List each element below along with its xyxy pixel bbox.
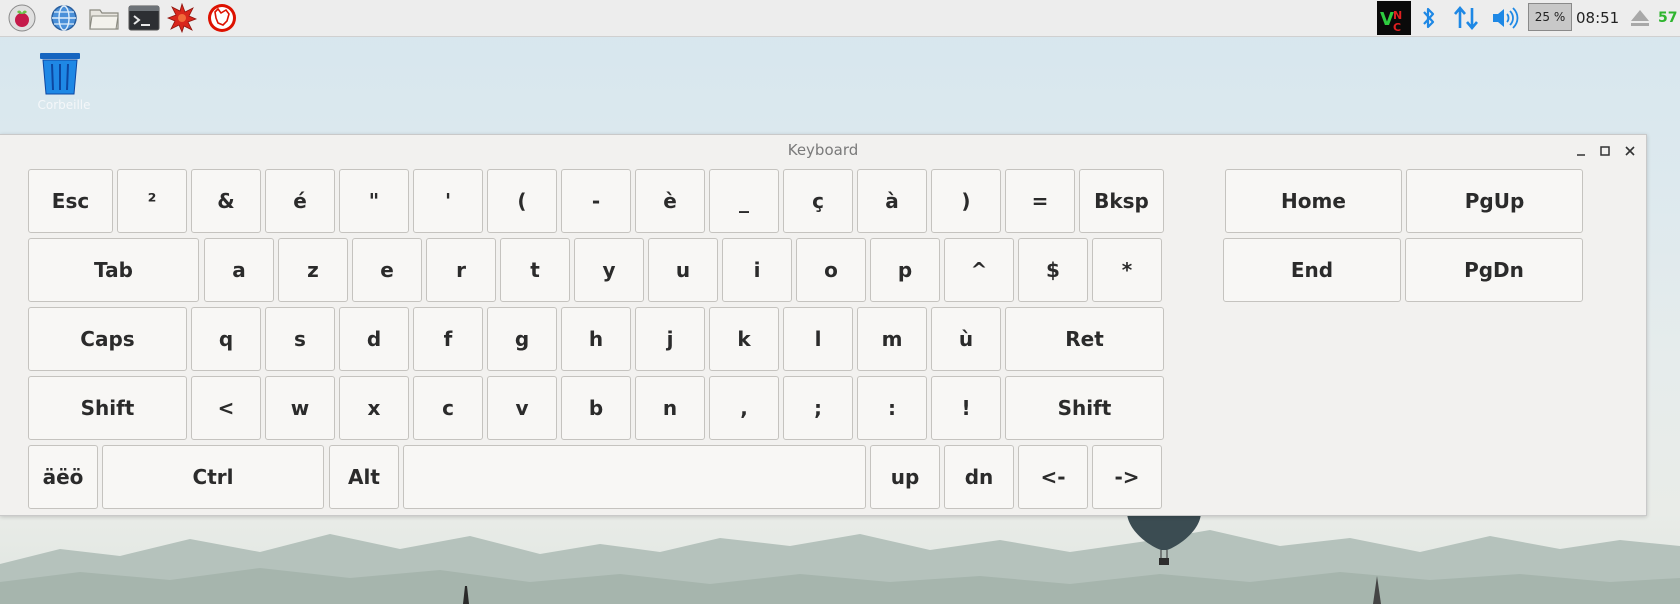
key-apostrophe[interactable]: ' — [413, 169, 483, 233]
key-exclamation[interactable]: ! — [931, 376, 1001, 440]
key-dollar[interactable]: $ — [1018, 238, 1088, 302]
key-equals[interactable]: = — [1005, 169, 1075, 233]
key-m[interactable]: m — [857, 307, 927, 371]
volume-icon[interactable] — [1490, 0, 1520, 36]
key-backspace[interactable]: Bksp — [1079, 169, 1164, 233]
top-panel: V N C 25 % 08:51 57 — [0, 0, 1680, 37]
key-w[interactable]: w — [265, 376, 335, 440]
key-minus[interactable]: - — [561, 169, 631, 233]
key-a[interactable]: a — [204, 238, 274, 302]
key-n[interactable]: n — [635, 376, 705, 440]
key-close-paren[interactable]: ) — [931, 169, 1001, 233]
close-icon[interactable] — [1620, 141, 1640, 161]
trash-icon[interactable] — [38, 50, 82, 96]
key-s[interactable]: s — [265, 307, 335, 371]
key-less-than[interactable]: < — [191, 376, 261, 440]
raspberry-menu-icon[interactable] — [6, 2, 38, 34]
key-down[interactable]: dn — [944, 445, 1014, 509]
svg-text:V: V — [1380, 9, 1394, 30]
cpu-usage-monitor[interactable]: 25 % — [1528, 3, 1572, 31]
key-u[interactable]: u — [648, 238, 718, 302]
key-up[interactable]: up — [870, 445, 940, 509]
key-ampersand[interactable]: & — [191, 169, 261, 233]
key-z[interactable]: z — [278, 238, 348, 302]
network-transfer-icon[interactable] — [1450, 0, 1482, 36]
key-c-cedilla[interactable]: ç — [783, 169, 853, 233]
key-l[interactable]: l — [783, 307, 853, 371]
key-comma[interactable]: , — [709, 376, 779, 440]
key-x[interactable]: x — [339, 376, 409, 440]
key-h[interactable]: h — [561, 307, 631, 371]
key-k[interactable]: k — [709, 307, 779, 371]
key-superscript-two[interactable]: ² — [117, 169, 187, 233]
vnc-icon[interactable]: V N C — [1376, 0, 1412, 36]
eject-icon[interactable] — [1627, 0, 1653, 36]
key-pgup[interactable]: PgUp — [1406, 169, 1583, 233]
key-d[interactable]: d — [339, 307, 409, 371]
key-space[interactable] — [403, 445, 866, 509]
key-b[interactable]: b — [561, 376, 631, 440]
bluetooth-icon[interactable] — [1418, 0, 1440, 36]
mathematica-icon[interactable] — [166, 2, 198, 34]
key-j[interactable]: j — [635, 307, 705, 371]
trash-label: Corbeille — [37, 98, 91, 112]
key-accents[interactable]: äëö — [28, 445, 98, 509]
key-q[interactable]: q — [191, 307, 261, 371]
key-semicolon[interactable]: ; — [783, 376, 853, 440]
terminal-icon[interactable] — [128, 2, 160, 34]
key-t[interactable]: t — [500, 238, 570, 302]
key-e-acute[interactable]: é — [265, 169, 335, 233]
key-pgdn[interactable]: PgDn — [1405, 238, 1583, 302]
key-caret[interactable]: ^ — [944, 238, 1014, 302]
wolfram-icon[interactable] — [206, 2, 238, 34]
key-tab[interactable]: Tab — [28, 238, 199, 302]
key-u-grave[interactable]: ù — [931, 307, 1001, 371]
key-open-paren[interactable]: ( — [487, 169, 557, 233]
key-f[interactable]: f — [413, 307, 483, 371]
key-return[interactable]: Ret — [1005, 307, 1164, 371]
key-ctrl[interactable]: Ctrl — [102, 445, 324, 509]
key-r[interactable]: r — [426, 238, 496, 302]
key-right[interactable]: -> — [1092, 445, 1162, 509]
balloon-image — [1127, 512, 1201, 565]
key-caps[interactable]: Caps — [28, 307, 187, 371]
key-v[interactable]: v — [487, 376, 557, 440]
web-browser-icon[interactable] — [48, 2, 80, 34]
file-manager-icon[interactable] — [88, 2, 120, 34]
key-shift-left[interactable]: Shift — [28, 376, 187, 440]
window-titlebar[interactable]: Keyboard — [0, 135, 1646, 166]
svg-text:C: C — [1393, 21, 1401, 34]
key-p[interactable]: p — [870, 238, 940, 302]
key-double-quote[interactable]: " — [339, 169, 409, 233]
key-shift-right[interactable]: Shift — [1005, 376, 1164, 440]
key-a-grave[interactable]: à — [857, 169, 927, 233]
key-colon[interactable]: : — [857, 376, 927, 440]
key-c[interactable]: c — [413, 376, 483, 440]
key-home[interactable]: Home — [1225, 169, 1402, 233]
key-i[interactable]: i — [722, 238, 792, 302]
key-o[interactable]: o — [796, 238, 866, 302]
key-esc[interactable]: Esc — [28, 169, 113, 233]
key-y[interactable]: y — [574, 238, 644, 302]
minimize-icon[interactable] — [1571, 141, 1591, 161]
keyboard-window: Keyboard Esc ² & é " ' ( - è _ ç à ) = B… — [0, 134, 1647, 516]
window-title: Keyboard — [787, 141, 859, 159]
key-alt[interactable]: Alt — [329, 445, 399, 509]
key-e[interactable]: e — [352, 238, 422, 302]
clock[interactable]: 08:51 — [1576, 0, 1619, 36]
key-underscore[interactable]: _ — [709, 169, 779, 233]
cpu-temperature: 57 — [1658, 10, 1678, 26]
key-left[interactable]: <- — [1018, 445, 1088, 509]
key-g[interactable]: g — [487, 307, 557, 371]
key-e-grave[interactable]: è — [635, 169, 705, 233]
key-asterisk[interactable]: * — [1092, 238, 1162, 302]
maximize-icon[interactable] — [1595, 141, 1615, 161]
key-end[interactable]: End — [1223, 238, 1401, 302]
